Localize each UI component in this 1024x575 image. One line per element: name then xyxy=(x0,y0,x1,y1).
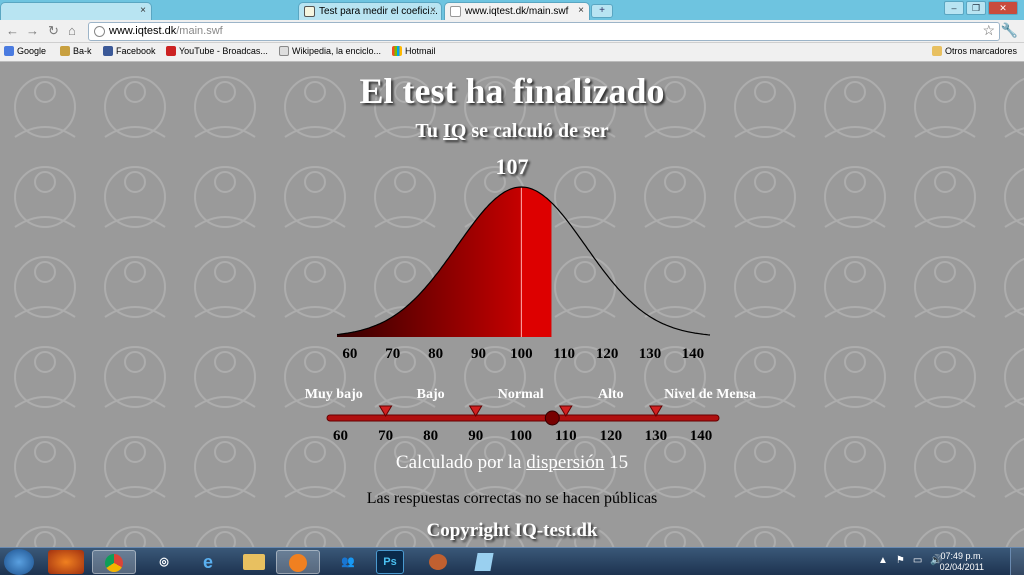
scale-tick-label: 80 xyxy=(423,428,438,444)
wikipedia-icon xyxy=(279,46,289,56)
address-bar[interactable]: www.iqtest.dk/main.swf ☆ xyxy=(88,22,1000,41)
folder-icon xyxy=(932,46,942,56)
bookmark-hotmail[interactable]: Hotmail xyxy=(392,46,436,56)
scale-tick-label: 130 xyxy=(645,428,668,444)
bookmark-google[interactable]: Google xyxy=(4,46,46,56)
tab-favicon-icon xyxy=(304,6,315,17)
bookmark-label: Hotmail xyxy=(405,46,436,56)
close-window-button[interactable]: ✕ xyxy=(988,1,1018,15)
folder-icon[interactable] xyxy=(236,550,272,574)
clock[interactable]: 07:49 p.m. 02/04/2011 xyxy=(940,551,984,573)
x-tick-label: 70 xyxy=(385,346,400,362)
facebook-icon xyxy=(103,46,113,56)
bookmark-star-icon[interactable]: ☆ xyxy=(982,22,995,39)
bookmark-label: Google xyxy=(17,46,47,56)
youtube-icon xyxy=(166,46,176,56)
scale-category-label: Nivel de Mensa xyxy=(664,387,756,402)
url-path: /main.swf xyxy=(176,25,223,37)
gimp-icon[interactable] xyxy=(420,550,456,574)
chrome-icon[interactable] xyxy=(92,550,136,574)
wrench-menu-icon[interactable]: 🔧 xyxy=(1001,22,1018,39)
page-content: El test ha finalizado Tu IQ se calculó d… xyxy=(0,62,1024,547)
safari-icon[interactable]: ◎ xyxy=(146,550,182,574)
dispersion-link[interactable]: dispersión xyxy=(526,452,604,473)
reload-icon[interactable]: ↻ xyxy=(48,23,59,39)
forward-arrow-icon[interactable]: → xyxy=(26,23,39,38)
x-tick-label: 130 xyxy=(639,346,662,362)
files-icon[interactable] xyxy=(466,550,502,574)
x-tick-label: 120 xyxy=(596,346,619,362)
tab-test-para-medir[interactable]: Test para medir el coefici... × xyxy=(298,2,442,20)
copyright: Copyright IQ-test.dk xyxy=(426,520,598,541)
back-arrow-icon[interactable]: ← xyxy=(6,23,19,38)
x-tick-label: 110 xyxy=(553,346,575,362)
home-icon[interactable]: ⌂ xyxy=(68,23,76,38)
scale-tick-label: 140 xyxy=(690,428,713,444)
x-tick-label: 100 xyxy=(510,346,533,362)
x-tick-label: 80 xyxy=(428,346,443,362)
scale-tick-label: 60 xyxy=(333,428,348,444)
messenger-icon[interactable]: 👥 xyxy=(330,550,366,574)
browser-tab-bar: × Test para medir el coefici... × www.iq… xyxy=(0,0,1024,20)
scale-tick-label: 70 xyxy=(378,428,393,444)
photoshop-icon[interactable]: Ps xyxy=(376,550,404,574)
bookmark-label: YouTube - Broadcas... xyxy=(179,46,268,56)
bookmark-wikipedia[interactable]: Wikipedia, la enciclo... xyxy=(279,46,381,56)
close-icon[interactable]: × xyxy=(578,5,584,16)
new-tab-button[interactable]: + xyxy=(591,4,613,18)
iq-distribution-chart: 60 70 80 90 100 110 120 130 140 Muy bajo Bajo Norm… xyxy=(305,186,756,444)
scale-category-label: Alto xyxy=(598,387,624,402)
dispersion-prefix: Calculado por la xyxy=(395,452,527,473)
navigation-bar: ← → ↻ ⌂ www.iqtest.dk/main.swf ☆ 🔧 xyxy=(0,20,1024,43)
dispersion-value: 15 xyxy=(604,452,629,473)
minimize-button[interactable]: – xyxy=(944,1,964,15)
tab-iqtest[interactable]: www.iqtest.dk/main.swf × xyxy=(444,2,590,20)
close-icon[interactable]: × xyxy=(140,5,146,16)
clock-time: 07:49 p.m. xyxy=(940,551,984,561)
url-host: www.iqtest.dk xyxy=(109,25,177,37)
close-icon[interactable]: × xyxy=(430,5,436,16)
scale-category-label: Normal xyxy=(498,387,544,402)
scale-tick-label: 120 xyxy=(600,428,623,444)
x-tick-label: 60 xyxy=(342,346,357,362)
scale-category-label: Bajo xyxy=(417,387,445,402)
dispersion-text: Calculado por la dispersión 15 xyxy=(0,452,1024,474)
score-marker xyxy=(544,410,560,426)
answers-note: Las respuestas correctas no se hacen púb… xyxy=(366,490,658,507)
score-band xyxy=(521,187,552,337)
scale-category-label: Muy bajo xyxy=(305,387,363,402)
windows-icon xyxy=(392,46,402,56)
bookmark-label: Ba-k xyxy=(73,46,92,56)
scale-tick-label: 100 xyxy=(509,428,532,444)
x-tick-label: 140 xyxy=(682,346,705,362)
maximize-button[interactable]: ❐ xyxy=(966,1,986,15)
bookmark-label: Facebook xyxy=(116,46,156,56)
internet-explorer-icon[interactable]: e xyxy=(190,550,226,574)
tab-label: Test para medir el coefici... xyxy=(319,6,438,17)
show-desktop-button[interactable] xyxy=(1010,548,1024,575)
other-bookmarks-label: Otros marcadores xyxy=(945,46,1018,56)
media-player-icon[interactable] xyxy=(276,550,320,574)
firefox-icon[interactable] xyxy=(48,550,84,574)
bookmarks-bar: Google Ba-k Facebook YouTube - Broadcas.… xyxy=(0,43,1024,62)
globe-icon xyxy=(94,26,105,37)
other-bookmarks-folder[interactable]: Otros marcadores xyxy=(932,46,1017,56)
highlighted-area xyxy=(337,187,552,337)
x-tick-label: 90 xyxy=(471,346,486,362)
bookmark-label: Wikipedia, la enciclo... xyxy=(292,46,382,56)
bookmark-favicon-icon xyxy=(60,46,70,56)
bookmark-youtube[interactable]: YouTube - Broadcas... xyxy=(166,46,268,56)
tab-blank[interactable]: × xyxy=(0,2,152,20)
bookmark-ba-k[interactable]: Ba-k xyxy=(60,46,92,56)
windows-taskbar: ◎ e 👥 Ps ▲⚑▭🔊 07:49 p.m. 02/04/2011 xyxy=(0,547,1024,575)
page-icon xyxy=(450,6,461,17)
bookmark-facebook[interactable]: Facebook xyxy=(103,46,156,56)
start-button[interactable] xyxy=(4,549,34,575)
google-icon xyxy=(4,46,14,56)
scale-tick-label: 90 xyxy=(468,428,483,444)
clock-date: 02/04/2011 xyxy=(939,562,984,572)
scale-tick-label: 110 xyxy=(555,428,577,444)
tab-label: www.iqtest.dk/main.swf xyxy=(465,6,569,17)
